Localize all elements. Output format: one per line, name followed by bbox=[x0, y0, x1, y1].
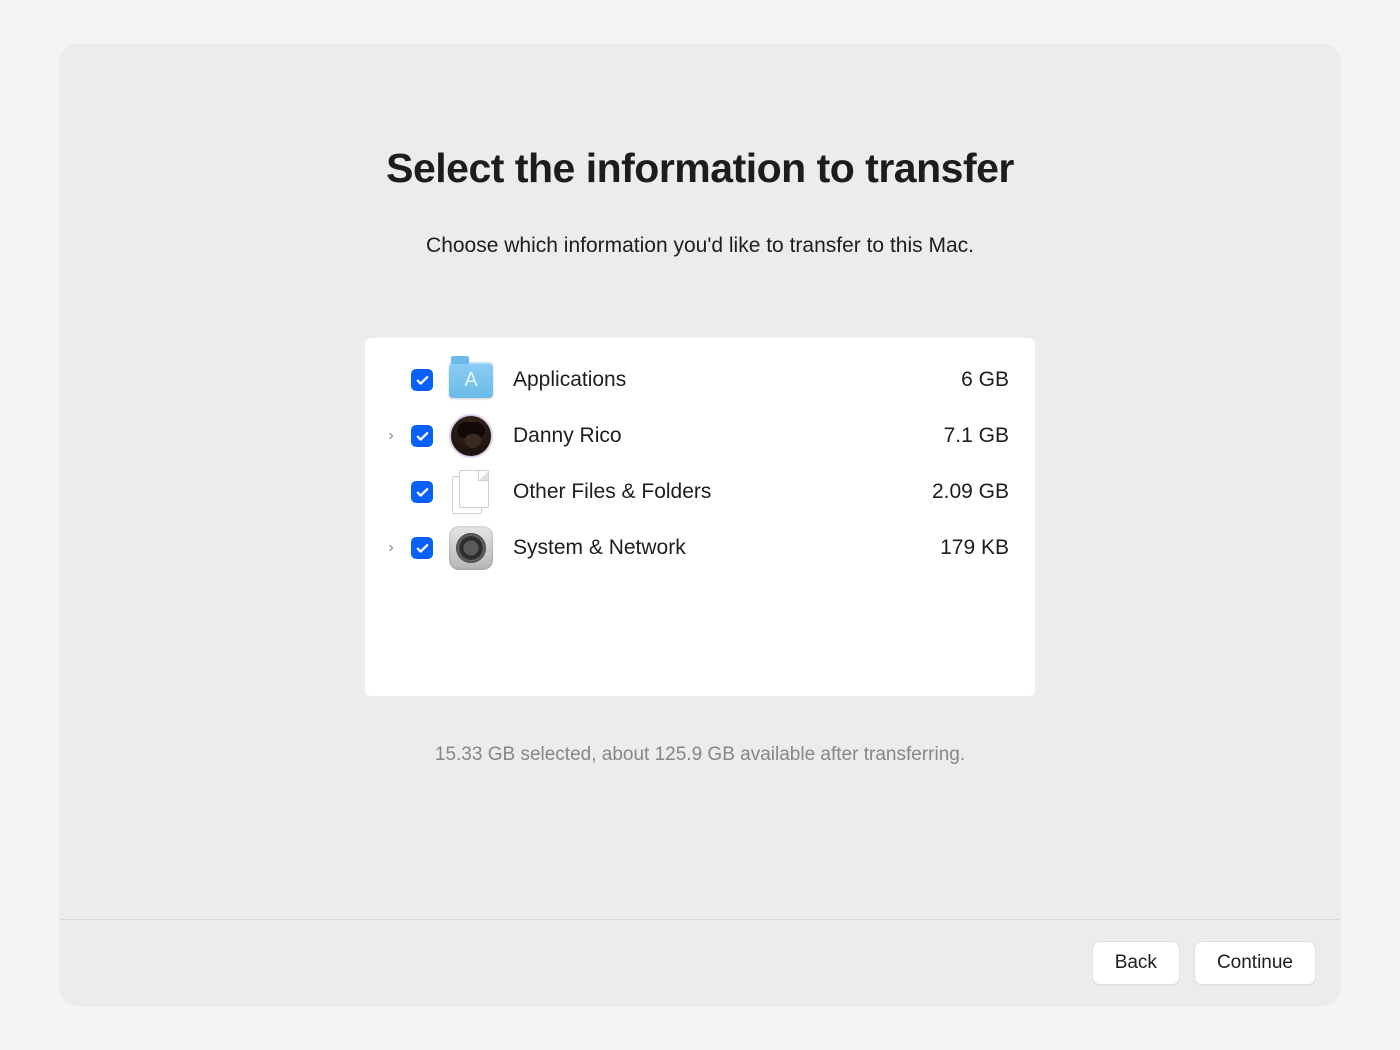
back-button[interactable]: Back bbox=[1092, 941, 1180, 985]
item-label: Danny Rico bbox=[505, 424, 932, 448]
user-avatar-icon bbox=[449, 414, 493, 458]
checkmark-icon bbox=[415, 429, 430, 444]
item-row-other-files[interactable]: › Other Files & Folders 2.09 GB bbox=[383, 464, 1009, 520]
documents-icon bbox=[449, 470, 493, 514]
item-size: 7.1 GB bbox=[944, 424, 1009, 448]
checkmark-icon bbox=[415, 485, 430, 500]
checkbox-applications[interactable] bbox=[411, 369, 433, 391]
item-row-system-network[interactable]: › System & Network 179 KB bbox=[383, 520, 1009, 576]
chevron-right-icon[interactable]: › bbox=[383, 540, 399, 556]
page-subtitle: Choose which information you'd like to t… bbox=[426, 234, 974, 258]
status-text: 15.33 GB selected, about 125.9 GB availa… bbox=[435, 744, 965, 766]
system-settings-icon bbox=[449, 526, 493, 570]
item-label: Applications bbox=[505, 368, 949, 392]
page-title: Select the information to transfer bbox=[386, 145, 1014, 192]
footer-bar: Back Continue bbox=[60, 919, 1340, 1005]
transfer-items-panel: › A Applications 6 GB › Danny Rico bbox=[365, 338, 1035, 696]
checkmark-icon bbox=[415, 541, 430, 556]
content-area: Select the information to transfer Choos… bbox=[60, 45, 1340, 919]
item-label: Other Files & Folders bbox=[505, 480, 920, 504]
chevron-right-icon[interactable]: › bbox=[383, 428, 399, 444]
item-row-user[interactable]: › Danny Rico 7.1 GB bbox=[383, 408, 1009, 464]
item-size: 6 GB bbox=[961, 368, 1009, 392]
apps-folder-icon: A bbox=[449, 358, 493, 402]
item-row-applications[interactable]: › A Applications 6 GB bbox=[383, 352, 1009, 408]
item-size: 179 KB bbox=[940, 536, 1009, 560]
checkmark-icon bbox=[415, 373, 430, 388]
item-size: 2.09 GB bbox=[932, 480, 1009, 504]
continue-button[interactable]: Continue bbox=[1194, 941, 1316, 985]
checkbox-other-files[interactable] bbox=[411, 481, 433, 503]
checkbox-user[interactable] bbox=[411, 425, 433, 447]
migration-assistant-window: Select the information to transfer Choos… bbox=[60, 45, 1340, 1005]
checkbox-system-network[interactable] bbox=[411, 537, 433, 559]
item-label: System & Network bbox=[505, 536, 928, 560]
